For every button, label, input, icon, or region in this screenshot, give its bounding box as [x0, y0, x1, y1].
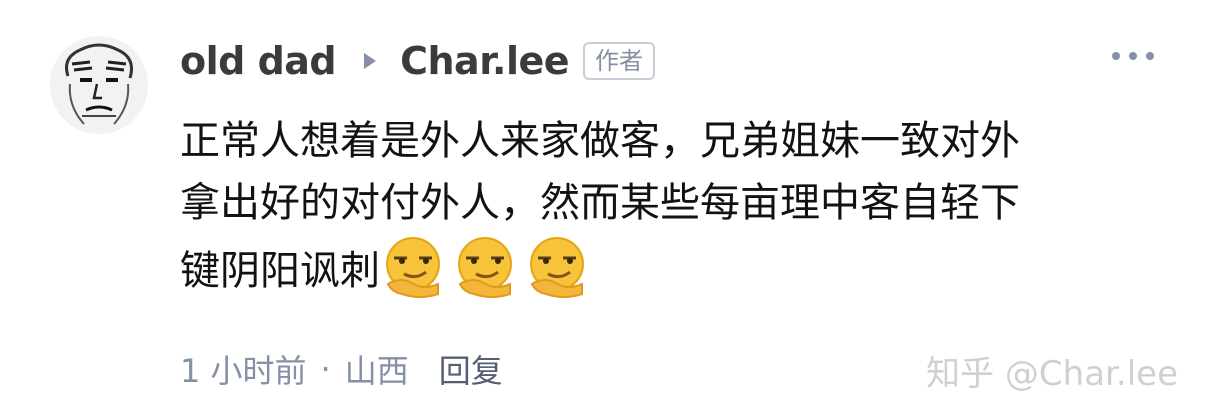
- comment-location: 山西: [344, 352, 409, 390]
- avatar[interactable]: [50, 36, 148, 134]
- smirk-emoji-icon: [386, 237, 440, 298]
- author-badge: 作者: [583, 42, 656, 80]
- comment-line: 拿出好的对付外人，然而某些每亩理中客自轻下: [180, 180, 1020, 226]
- reply-button[interactable]: 回复: [439, 346, 503, 392]
- comment-line-with-emoji: 键阴阳讽刺: [180, 234, 1160, 302]
- comment-time: 1 小时前: [180, 352, 307, 390]
- smirk-emoji-icon: [458, 237, 512, 298]
- comment-line: 正常人想着是外人来家做客，兄弟姐妹一致对外: [180, 118, 1020, 164]
- comment-header: old dad Char.lee 作者: [180, 34, 656, 88]
- author-name[interactable]: old dad: [180, 39, 337, 83]
- more-dot-icon: [1129, 52, 1137, 60]
- meta-separator: ·: [320, 350, 331, 388]
- comment-footer: 1 小时前 · 山西 回复: [180, 346, 503, 392]
- more-dot-icon: [1112, 52, 1120, 60]
- watermark: 知乎 @Char.lee: [926, 354, 1178, 394]
- reply-target-name[interactable]: Char.lee: [400, 39, 569, 83]
- smirk-emoji-icon: [530, 237, 584, 298]
- reply-arrow-icon: [364, 53, 377, 69]
- comment-content: 正常人想着是外人来家做客，兄弟姐妹一致对外 拿出好的对付外人，然而某些每亩理中客…: [180, 110, 1160, 302]
- more-options-button[interactable]: [1112, 52, 1154, 60]
- more-dot-icon: [1146, 52, 1154, 60]
- avatar-face-icon: [50, 36, 148, 134]
- comment-line: 键阴阳讽刺: [180, 248, 380, 294]
